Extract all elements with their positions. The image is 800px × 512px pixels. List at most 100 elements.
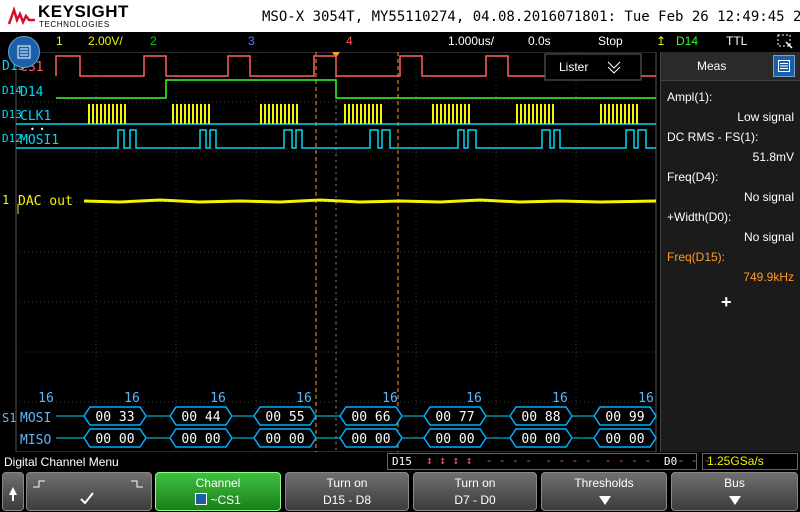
keysight-logo-icon: [8, 6, 35, 26]
bit-count-label: 16: [382, 391, 398, 406]
serial-tag[interactable]: S1: [2, 411, 16, 425]
bit-count-row: 16 16 16 16 16 16 16 16: [38, 391, 654, 406]
activity-left-label: D15: [392, 455, 412, 468]
channel-softkey[interactable]: Channel ~CS1: [155, 472, 281, 511]
threshold-polarity-button[interactable]: [26, 472, 152, 511]
meas-menu-button[interactable]: [773, 55, 795, 77]
mosi-row-label: MOSI: [20, 411, 51, 426]
ch1-number[interactable]: 1: [56, 34, 63, 48]
menu-title-bar: Digital Channel Menu D15 ↕ ↕ ↕ ↕ - - - -…: [0, 452, 800, 472]
thresholds-button[interactable]: Thresholds: [541, 472, 667, 511]
turn-on-low-range: D7 - D0: [454, 493, 496, 507]
meas-value-ampl: Low signal: [737, 110, 794, 124]
miso-packet-value: 00 00: [521, 432, 560, 447]
meas-label-width-d0[interactable]: +Width(D0):: [667, 210, 731, 224]
submenu-arrow-icon: [729, 496, 741, 505]
turn-on-d15-d8-button[interactable]: Turn on D15 - D8: [285, 472, 409, 511]
ch1-scale[interactable]: 2.00V/: [88, 34, 123, 48]
polarity-icons: [33, 480, 143, 505]
mosi-packet-value: 00 44: [181, 410, 220, 425]
mosi1-label[interactable]: MOSI1: [20, 133, 59, 148]
meas-label-dcrms[interactable]: DC RMS - FS(1):: [667, 130, 758, 144]
miso-packet-value: 00 00: [181, 432, 220, 447]
d12-tag[interactable]: D12: [2, 132, 22, 145]
bit-count-label: 16: [466, 391, 482, 406]
measurement-panel: Meas Ampl(1): Low signal DC RMS - FS(1):…: [660, 52, 800, 452]
meas-title: Meas: [697, 59, 727, 73]
bit-count-label: 16: [296, 391, 312, 406]
miso-row-label: MISO: [20, 433, 51, 448]
run-state[interactable]: Stop: [598, 34, 623, 48]
brand-subtitle: TECHNOLOGIES: [39, 20, 110, 29]
turn-on-high-title: Turn on: [326, 476, 368, 490]
sample-rate: 1.25GSa/s: [702, 453, 798, 470]
ch4-number[interactable]: 4: [346, 34, 353, 48]
activity-right-label: D0: [664, 455, 678, 468]
clk1-label[interactable]: CLK1: [20, 109, 51, 124]
delay[interactable]: 0.0s: [528, 34, 551, 48]
main-menu-button[interactable]: [8, 36, 40, 68]
thresholds-label: Thresholds: [574, 476, 634, 490]
d14-label[interactable]: D14: [20, 85, 44, 100]
menu-list-icon: [778, 60, 790, 72]
bit-count-label: 16: [638, 391, 654, 406]
mosi-packet-value: 00 88: [521, 410, 560, 425]
turn-on-high-range: D15 - D8: [322, 493, 372, 507]
waveform-display[interactable]: • • 00 33 00 44 00 55 00 66 00 77 00 88 00 99 …: [0, 52, 660, 452]
turn-on-low-title: Turn on: [454, 476, 496, 490]
status-bar: 1 2.00V/ 2 3 4 1.000us/ 0.0s Stop ↥ D14 …: [0, 32, 800, 52]
trigger-type[interactable]: TTL: [726, 34, 747, 48]
ch3-number[interactable]: 3: [248, 34, 255, 48]
zoom-select-icon[interactable]: [776, 32, 794, 53]
back-button[interactable]: [2, 472, 24, 511]
channel-softkey-value: ~CS1: [210, 493, 241, 507]
instrument-info: MSO-X 3054T, MY55110274, 04.08.201607180…: [262, 9, 800, 25]
mosi-packet-value: 00 33: [95, 410, 134, 425]
mosi-packet-value: 00 55: [265, 410, 304, 425]
bit-count-label: 16: [124, 391, 140, 406]
mosi-packet-value: 00 77: [435, 410, 474, 425]
d13-tag[interactable]: D13: [2, 108, 22, 121]
bit-count-label: 16: [38, 391, 54, 406]
ch2-number[interactable]: 2: [150, 34, 157, 48]
menu-list-icon: [17, 45, 31, 59]
meas-label-freq-d15[interactable]: Freq(D15):: [667, 250, 725, 264]
meas-value-dcrms: 51.8mV: [752, 150, 794, 164]
channel-softkey-value-wrap: ~CS1: [156, 493, 280, 507]
meas-value-freq-d4: No signal: [743, 190, 794, 204]
brand-name: KEYSIGHT: [38, 2, 129, 21]
miso-packet-value: 00 00: [351, 432, 390, 447]
mosi-decode-row: 00 33 00 44 00 55 00 66 00 77 00 88 00 99: [83, 406, 657, 426]
turn-on-d7-d0-button[interactable]: Turn on D7 - D0: [413, 472, 537, 511]
bit-count-label: 16: [552, 391, 568, 406]
channel-softkey-title: Channel: [195, 476, 241, 490]
arrow-up-icon: [9, 487, 17, 501]
ch1-marker[interactable]: 1: [2, 193, 9, 207]
miso-packet-value: 00 00: [95, 432, 134, 447]
meas-value-width-d0: No signal: [743, 230, 794, 244]
meas-header: Meas: [661, 52, 800, 81]
add-measurement-button[interactable]: +: [721, 292, 732, 313]
submenu-arrow-icon: [599, 496, 611, 505]
timebase[interactable]: 1.000us/: [448, 34, 494, 48]
mosi-packet-value: 00 99: [605, 410, 644, 425]
d14-trace: [56, 79, 656, 99]
bit-count-label: 16: [210, 391, 226, 406]
knob-icon: [195, 493, 208, 505]
digital-activity-bar: D15 ↕ ↕ ↕ ↕ - - - - - - - - - - - - - - …: [387, 453, 711, 470]
bus-label: Bus: [724, 476, 745, 490]
trigger-source[interactable]: D14: [676, 34, 698, 48]
meas-label-ampl[interactable]: Ampl(1):: [667, 90, 712, 104]
miso-packet-value: 00 00: [435, 432, 474, 447]
dac-out-label[interactable]: DAC out: [18, 194, 73, 209]
trigger-edge-icon: ↥: [656, 34, 667, 48]
miso-packet-value: 00 00: [605, 432, 644, 447]
bus-button[interactable]: Bus: [671, 472, 798, 511]
menu-title: Digital Channel Menu: [4, 455, 119, 469]
miso-decode-row: 00 00 00 00 00 00 00 00 00 00 00 00 00 00: [83, 428, 657, 448]
meas-label-freq-d4[interactable]: Freq(D4):: [667, 170, 718, 184]
lister-label: Lister: [559, 60, 588, 74]
mosi-packet-value: 00 66: [351, 410, 390, 425]
miso-packet-value: 00 00: [265, 432, 304, 447]
dac-out-trace: [83, 198, 657, 204]
